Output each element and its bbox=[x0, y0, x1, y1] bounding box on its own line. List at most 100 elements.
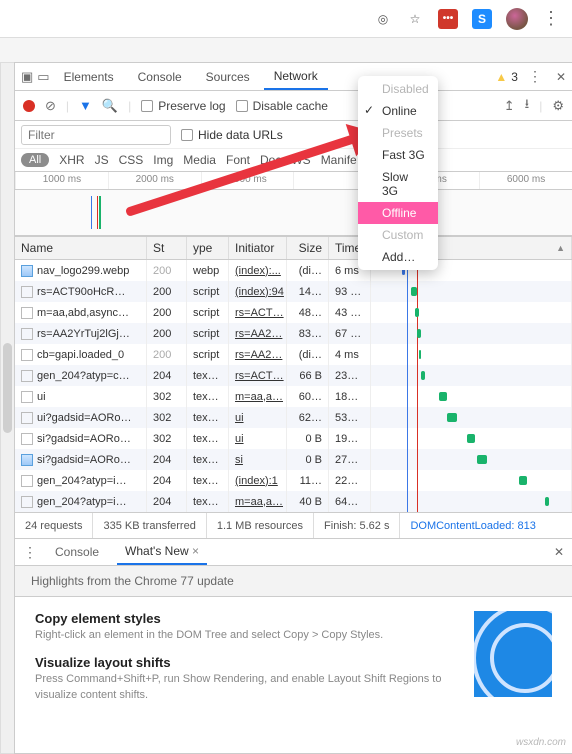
summary-requests: 24 requests bbox=[15, 513, 93, 538]
file-icon bbox=[21, 454, 33, 466]
devtools-tabbar: ▣ ▭ Elements Console Sources Network ▲ 3… bbox=[15, 63, 572, 91]
col-type[interactable]: ype bbox=[187, 237, 229, 259]
cell-status: 200 bbox=[147, 323, 187, 344]
wn-para-2: Press Command+Shift+P, run Show Renderin… bbox=[35, 672, 460, 703]
table-row[interactable]: si?gadsid=AORo…204tex…si0 B27… bbox=[15, 449, 572, 470]
table-row[interactable]: gen_204?atyp=i…204tex…(index):111…22… bbox=[15, 470, 572, 491]
cell-status: 204 bbox=[147, 470, 187, 491]
close-tab-icon[interactable]: × bbox=[192, 544, 199, 558]
table-row[interactable]: rs=AA2YrTuj2lGj…200scriptrs=AA2…83…67 … bbox=[15, 323, 572, 344]
drawer-tab-console[interactable]: Console bbox=[47, 539, 107, 565]
throttle-custom-label: Custom bbox=[358, 224, 438, 246]
filter-input[interactable] bbox=[21, 125, 171, 145]
cell-initiator[interactable]: rs=AA2… bbox=[229, 323, 287, 344]
hide-data-urls-checkbox[interactable]: Hide data URLs bbox=[181, 128, 283, 142]
search-icon[interactable]: 🔍 bbox=[102, 98, 118, 114]
extension-red-icon[interactable]: ••• bbox=[438, 9, 458, 29]
cell-name: rs=AA2YrTuj2lGj… bbox=[37, 328, 130, 340]
target-icon[interactable]: ◎ bbox=[374, 10, 392, 28]
star-icon[interactable]: ☆ bbox=[406, 10, 424, 28]
clear-icon[interactable]: ⊘ bbox=[45, 98, 56, 114]
drawer-tab-whatsnew[interactable]: What's New × bbox=[117, 539, 207, 565]
col-size[interactable]: Size bbox=[287, 237, 329, 259]
warning-icon[interactable]: ▲ bbox=[495, 70, 507, 84]
filter-media[interactable]: Media bbox=[183, 153, 216, 167]
table-row[interactable]: gen_204?atyp=c…204tex…rs=ACT…66 B23… bbox=[15, 365, 572, 386]
cell-name: si?gadsid=AORo… bbox=[37, 433, 131, 445]
filter-xhr[interactable]: XHR bbox=[59, 153, 84, 167]
cell-initiator[interactable]: ui bbox=[229, 428, 287, 449]
filter-css[interactable]: CSS bbox=[119, 153, 144, 167]
devtools-menu-icon[interactable]: ⋮ bbox=[528, 68, 542, 85]
cell-initiator[interactable]: (index):1 bbox=[229, 470, 287, 491]
filter-js[interactable]: JS bbox=[95, 153, 109, 167]
col-name[interactable]: Name bbox=[15, 237, 147, 259]
cell-initiator[interactable]: (index):... bbox=[229, 260, 287, 281]
cell-status: 204 bbox=[147, 449, 187, 470]
filter-img[interactable]: Img bbox=[153, 153, 173, 167]
col-initiator[interactable]: Initiator bbox=[229, 237, 287, 259]
throttle-offline[interactable]: Offline bbox=[358, 202, 438, 224]
throttle-disabled: Disabled bbox=[358, 78, 438, 100]
filter-manifest[interactable]: Manife bbox=[321, 153, 357, 167]
cell-name: rs=ACT90oHcR… bbox=[37, 286, 125, 298]
table-row[interactable]: ui?gadsid=AORo…302tex…ui62…53… bbox=[15, 407, 572, 428]
throttle-fast3g[interactable]: Fast 3G bbox=[358, 144, 438, 166]
cell-type: tex… bbox=[187, 449, 229, 470]
table-row[interactable]: rs=ACT90oHcR…200script(index):9414…93 … bbox=[15, 281, 572, 302]
disable-cache-checkbox[interactable]: Disable cache bbox=[236, 99, 328, 113]
preserve-log-checkbox[interactable]: Preserve log bbox=[141, 99, 225, 113]
record-button[interactable] bbox=[23, 100, 35, 112]
cell-size: (di… bbox=[287, 260, 329, 281]
drawer-menu-icon[interactable]: ⋮ bbox=[23, 544, 37, 561]
browser-toolbar: ◎ ☆ ••• S ⋮ bbox=[0, 0, 572, 38]
cell-name: cb=gapi.loaded_0 bbox=[37, 349, 124, 361]
filter-icon[interactable]: ▼ bbox=[79, 98, 92, 113]
col-status[interactable]: St bbox=[147, 237, 187, 259]
cell-initiator[interactable]: m=aa,a… bbox=[229, 386, 287, 407]
tab-elements[interactable]: Elements bbox=[54, 63, 124, 90]
cell-time: 53… bbox=[329, 407, 371, 428]
file-icon bbox=[21, 475, 33, 487]
filter-all[interactable]: All bbox=[21, 153, 49, 167]
timeline-overview[interactable] bbox=[15, 190, 572, 236]
table-row[interactable]: cb=gapi.loaded_0200scriptrs=AA2…(di…4 ms bbox=[15, 344, 572, 365]
throttle-online[interactable]: ✓Online bbox=[358, 100, 438, 122]
whatsnew-body: Copy element styles Right-click an eleme… bbox=[15, 597, 572, 729]
avatar[interactable] bbox=[506, 8, 528, 30]
cell-initiator[interactable]: m=aa,a… bbox=[229, 491, 287, 512]
table-row[interactable]: gen_204?atyp=i…204tex…m=aa,a…40 B64… bbox=[15, 491, 572, 512]
browser-menu-icon[interactable]: ⋮ bbox=[542, 8, 560, 29]
cell-status: 200 bbox=[147, 260, 187, 281]
cell-name: nav_logo299.webp bbox=[37, 265, 129, 277]
inspect-icon[interactable]: ▣ bbox=[21, 69, 33, 85]
extension-s-icon[interactable]: S bbox=[472, 9, 492, 29]
cell-time: 93 … bbox=[329, 281, 371, 302]
devtools-close-icon[interactable]: ✕ bbox=[556, 70, 566, 84]
cell-initiator[interactable]: ui bbox=[229, 407, 287, 428]
device-toggle-icon[interactable]: ▭ bbox=[37, 69, 49, 85]
settings-icon[interactable]: ⚙ bbox=[552, 98, 564, 114]
page-scrollbar[interactable] bbox=[0, 62, 14, 754]
file-icon bbox=[21, 433, 33, 445]
table-row[interactable]: m=aa,abd,async…200scriptrs=ACT…48…43 … bbox=[15, 302, 572, 323]
tab-sources[interactable]: Sources bbox=[196, 63, 260, 90]
cell-initiator[interactable]: si bbox=[229, 449, 287, 470]
drawer-close-icon[interactable]: ✕ bbox=[554, 545, 564, 559]
tab-console[interactable]: Console bbox=[128, 63, 192, 90]
throttle-add[interactable]: Add… bbox=[358, 246, 438, 268]
cell-initiator[interactable]: rs=ACT… bbox=[229, 302, 287, 323]
cell-waterfall bbox=[371, 281, 572, 302]
throttle-slow3g[interactable]: Slow 3G bbox=[358, 166, 438, 202]
cell-initiator[interactable]: rs=AA2… bbox=[229, 344, 287, 365]
table-row[interactable]: ui302tex…m=aa,a…60…18… bbox=[15, 386, 572, 407]
cell-initiator[interactable]: (index):94 bbox=[229, 281, 287, 302]
cell-initiator[interactable]: rs=ACT… bbox=[229, 365, 287, 386]
table-row[interactable]: si?gadsid=AORo…302tex…ui0 B19… bbox=[15, 428, 572, 449]
filter-font[interactable]: Font bbox=[226, 153, 250, 167]
upload-icon[interactable]: ↥ bbox=[504, 98, 515, 114]
tab-network[interactable]: Network bbox=[264, 63, 328, 90]
table-row[interactable]: nav_logo299.webp200webp(index):...(di…6 … bbox=[15, 260, 572, 281]
cell-size: 0 B bbox=[287, 428, 329, 449]
download-icon[interactable]: ⭳ bbox=[525, 95, 530, 117]
